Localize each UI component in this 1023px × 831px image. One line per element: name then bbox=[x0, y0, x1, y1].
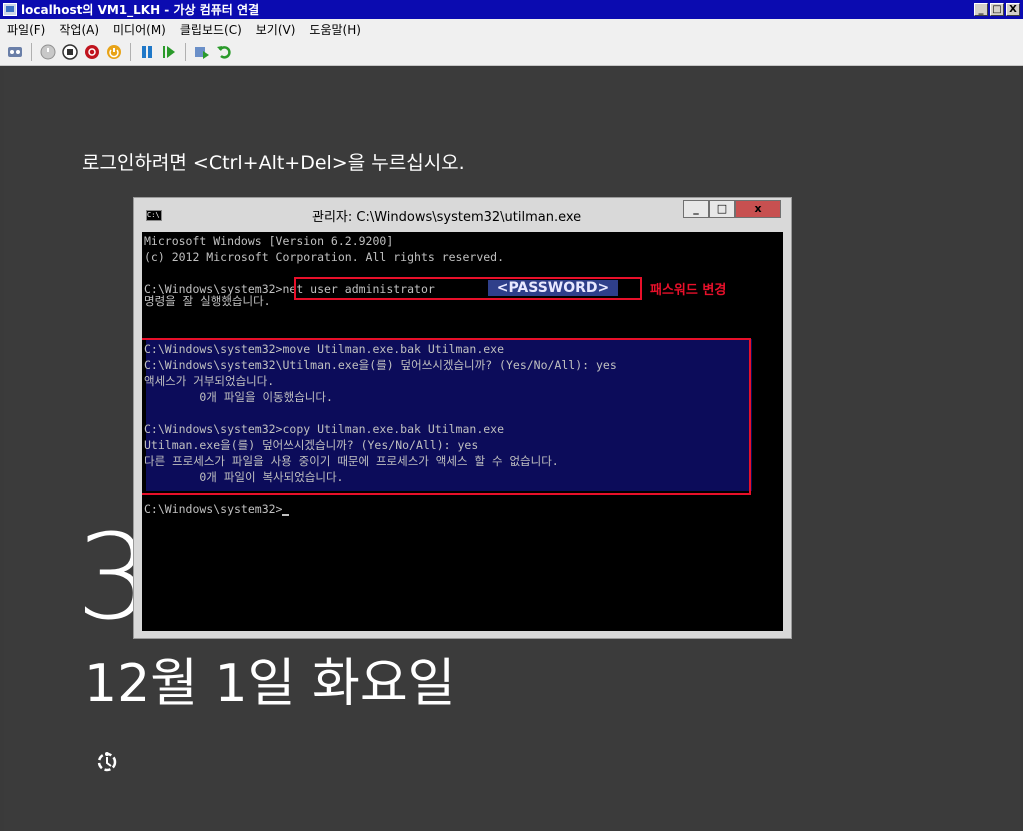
cmd-window-controls: _ □ x bbox=[683, 200, 781, 218]
minimize-button[interactable]: _ bbox=[974, 3, 988, 16]
cmd-title: 관리자: C:\Windows\system32\utilman.exe bbox=[312, 210, 582, 225]
resume-icon[interactable] bbox=[160, 43, 178, 61]
console-prompt[interactable]: C:\Windows\system32> bbox=[144, 502, 290, 516]
ease-of-access-icon[interactable] bbox=[94, 748, 120, 774]
console-line: 명령을 잘 실행했습니다. bbox=[144, 294, 271, 308]
vm-connection-icon bbox=[3, 3, 17, 16]
power-reset-icon[interactable] bbox=[105, 43, 123, 61]
prompt-text: C:\Windows\system32> bbox=[144, 502, 283, 516]
menu-action[interactable]: 작업(A) bbox=[52, 21, 106, 38]
shutdown-icon[interactable] bbox=[83, 43, 101, 61]
password-change-annotation: 패스워드 변경 bbox=[650, 283, 727, 298]
menu-media[interactable]: 미디어(M) bbox=[106, 21, 173, 38]
menu-bar: 파일(F) 작업(A) 미디어(M) 클립보드(C) 보기(V) 도움말(H) bbox=[0, 19, 1023, 39]
console-line: Microsoft Windows [Version 6.2.9200] bbox=[144, 234, 394, 248]
cmd-icon: C:\ bbox=[146, 210, 162, 221]
close-button[interactable]: X bbox=[1006, 3, 1020, 16]
ctrl-alt-del-icon[interactable] bbox=[6, 43, 24, 61]
window-controls: _ □ X bbox=[974, 3, 1020, 16]
pause-icon[interactable] bbox=[138, 43, 156, 61]
turn-off-icon[interactable] bbox=[61, 43, 79, 61]
highlight-box-commands bbox=[142, 338, 751, 495]
toolbar bbox=[0, 39, 1023, 66]
cmd-maximize-button[interactable]: □ bbox=[709, 200, 735, 218]
console-line: (c) 2012 Microsoft Corporation. All righ… bbox=[144, 250, 505, 264]
maximize-button[interactable]: □ bbox=[990, 3, 1004, 16]
password-mask: <PASSWORD> bbox=[488, 280, 618, 296]
cmd-close-button[interactable]: x bbox=[735, 200, 781, 218]
title-bar: localhost의 VM1_LKH - 가상 컴퓨터 연결 _ □ X bbox=[0, 0, 1023, 19]
toolbar-separator bbox=[31, 43, 32, 61]
start-icon[interactable] bbox=[39, 43, 57, 61]
cmd-window[interactable]: C:\ 관리자: C:\Windows\system32\utilman.exe… bbox=[133, 197, 792, 639]
menu-file[interactable]: 파일(F) bbox=[0, 21, 52, 38]
menu-view[interactable]: 보기(V) bbox=[249, 21, 303, 38]
menu-clipboard[interactable]: 클립보드(C) bbox=[173, 21, 249, 38]
cmd-minimize-button[interactable]: _ bbox=[683, 200, 709, 218]
menu-help[interactable]: 도움말(H) bbox=[302, 21, 368, 38]
toolbar-separator bbox=[130, 43, 131, 61]
revert-icon[interactable] bbox=[215, 43, 233, 61]
cmd-title-bar: C:\ 관리자: C:\Windows\system32\utilman.exe… bbox=[134, 198, 791, 230]
lock-screen-date: 12월 1일 화요일 bbox=[84, 654, 456, 714]
text-cursor bbox=[282, 514, 290, 516]
window-title: localhost의 VM1_LKH - 가상 컴퓨터 연결 bbox=[21, 3, 260, 17]
login-hint: 로그인하려면 <Ctrl+Alt+Del>을 누르십시오. bbox=[82, 152, 465, 174]
snapshot-icon[interactable] bbox=[193, 43, 211, 61]
toolbar-separator bbox=[185, 43, 186, 61]
